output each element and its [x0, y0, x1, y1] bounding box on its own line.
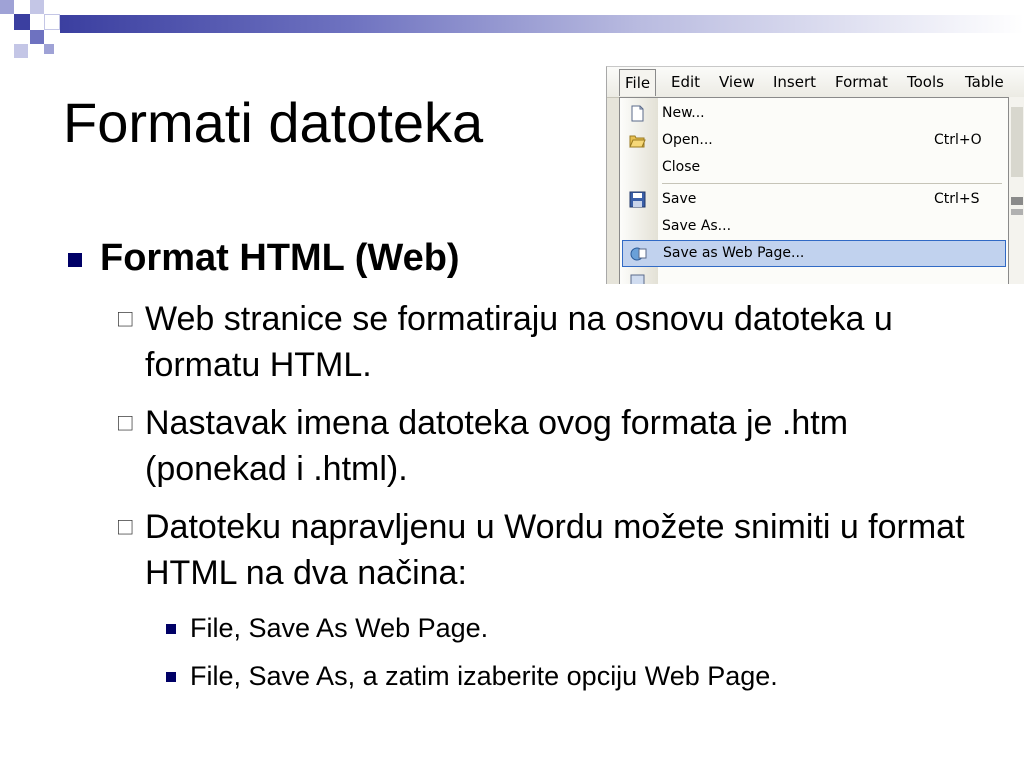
hollow-square-bullet-icon	[118, 416, 133, 431]
open-folder-icon	[629, 135, 646, 148]
word-file-menu-screenshot: File Edit View Insert Format Tools Table…	[606, 66, 1024, 284]
menu-format: Format	[835, 73, 888, 91]
slide-title: Formati datoteka	[63, 91, 484, 154]
file-dropdown: New... Open... Ctrl+O Close Save Ctrl+S …	[619, 97, 1009, 284]
hollow-square-bullet-icon	[118, 520, 133, 535]
menu-item-cutoff	[620, 268, 1008, 284]
small-square-bullet-icon	[166, 672, 176, 682]
menu-item-open: Open... Ctrl+O	[620, 127, 1008, 154]
menu-item-close: Close	[662, 159, 701, 175]
web-page-icon	[630, 247, 647, 261]
decorative-header-squares	[0, 0, 1024, 70]
menubar: File Edit View Insert Format Tools Table	[607, 67, 1024, 98]
menu-edit: Edit	[671, 73, 701, 91]
floppy-disk-icon	[629, 191, 646, 208]
menu-view: View	[719, 73, 755, 91]
menu-tools: Tools	[907, 73, 944, 91]
small-square-bullet-icon	[166, 624, 176, 634]
square-bullet-icon	[68, 253, 82, 267]
menu-item-save-as-web-page: Save as Web Page...	[622, 240, 1006, 267]
menu-item-save-as: Save As...	[662, 218, 732, 234]
new-document-icon	[631, 105, 644, 122]
menu-item-new: New...	[620, 100, 1008, 127]
menu-insert: Insert	[773, 73, 817, 91]
menu-file: File	[619, 69, 657, 96]
menu-table: Table	[965, 73, 1004, 91]
decorative-gradient-bar	[60, 15, 1024, 33]
hollow-square-bullet-icon	[118, 312, 133, 327]
menu-item-save: Save Ctrl+S	[620, 186, 1008, 213]
menu-separator	[662, 183, 1002, 184]
